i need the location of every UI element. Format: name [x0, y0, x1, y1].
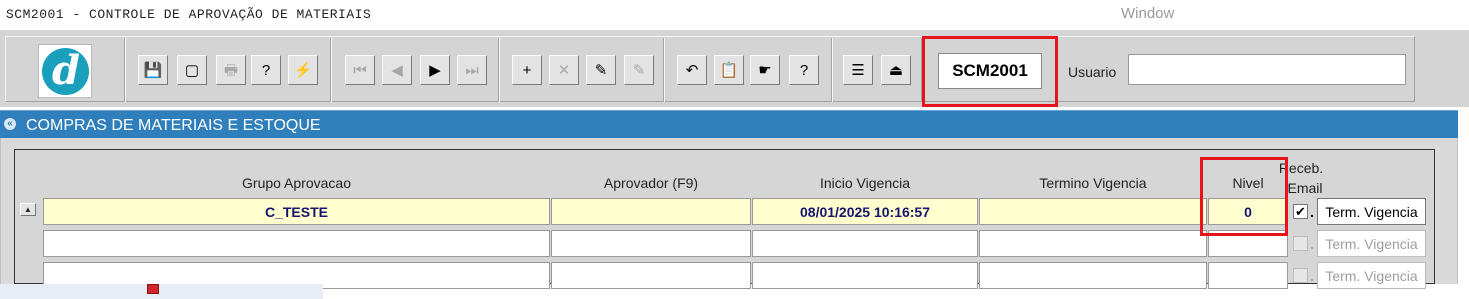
app-title: SCM2001 - CONTROLE DE APROVAÇÃO DE MATER… [6, 7, 372, 22]
checkbox-marker: . [1310, 236, 1314, 252]
save-button[interactable]: 💾 [138, 55, 168, 85]
cell-grupo-aprovacao[interactable] [43, 230, 550, 257]
lock-record-button[interactable]: ✎ [586, 55, 616, 85]
help-button[interactable]: ? [789, 55, 819, 85]
term-vigencia-button[interactable]: Term. Vigencia [1317, 198, 1426, 225]
previous-record-button[interactable]: ◀ [382, 55, 412, 85]
cell-termino-vigencia[interactable] [979, 230, 1207, 257]
cell-aprovador[interactable] [551, 198, 751, 225]
menu-window[interactable]: Window [1121, 5, 1174, 22]
enter-query-button[interactable]: ▢ [177, 55, 207, 85]
status-bar [0, 284, 323, 299]
checkbox-marker: . [1310, 204, 1314, 220]
status-icon [147, 284, 159, 294]
collapse-icon[interactable]: « [4, 118, 16, 130]
duplicate-record-button[interactable]: ✎ [624, 55, 654, 85]
user-label: Usuario [1068, 64, 1117, 80]
scroll-up-button[interactable]: ▲ [20, 203, 36, 216]
term-vigencia-button[interactable]: Term. Vigencia [1317, 262, 1426, 289]
cell-inicio-vigencia[interactable] [752, 230, 978, 257]
execute-query-button[interactable]: ? [251, 55, 281, 85]
section-title: COMPRAS DE MATERIAIS E ESTOQUE [26, 117, 321, 134]
receb-email-checkbox[interactable] [1293, 268, 1308, 283]
receb-email-checkbox[interactable] [1293, 236, 1308, 251]
list-button[interactable]: 📋 [714, 55, 744, 85]
cell-termino-vigencia[interactable] [979, 262, 1207, 289]
cell-termino-vigencia[interactable] [979, 198, 1207, 225]
term-vigencia-button[interactable]: Term. Vigencia [1317, 230, 1426, 257]
exit-button[interactable]: ⏏ [881, 55, 911, 85]
cell-aprovador[interactable] [551, 230, 751, 257]
insert-record-button[interactable]: + [512, 55, 542, 85]
header-inicio-vigencia: Inicio Vigencia [819, 175, 911, 191]
menu-button[interactable]: ☰ [843, 55, 873, 85]
checkbox-marker: . [1310, 268, 1314, 284]
undo-button[interactable]: ↶ [677, 55, 707, 85]
logo-letter: d [52, 47, 80, 94]
cell-nivel[interactable] [1208, 262, 1288, 289]
edit-button[interactable]: ☛ [750, 55, 780, 85]
header-grupo-aprovacao: Grupo Aprovacao [242, 175, 351, 191]
print-button[interactable]: 🖶 [216, 55, 246, 85]
header-aprovador: Aprovador (F9) [603, 175, 699, 191]
cell-inicio-vigencia[interactable] [752, 262, 978, 289]
next-record-button[interactable]: ▶ [420, 55, 450, 85]
user-input[interactable] [1128, 54, 1406, 85]
section-header: « COMPRAS DE MATERIAIS E ESTOQUE [0, 110, 1458, 138]
delete-record-button[interactable]: ✕ [549, 55, 579, 85]
company-logo: d [38, 44, 92, 98]
last-record-button[interactable]: ⏭ [457, 55, 487, 85]
title-bar: SCM2001 - CONTROLE DE APROVAÇÃO DE MATER… [0, 0, 1469, 30]
nivel-highlight [1200, 157, 1288, 236]
header-termino-vigencia: Termino Vigencia [1039, 175, 1147, 191]
cell-grupo-aprovacao[interactable]: C_TESTE [43, 198, 550, 225]
cell-aprovador[interactable] [551, 262, 751, 289]
receb-email-checkbox[interactable]: ✔ [1293, 204, 1308, 219]
first-record-button[interactable]: ⏮ [345, 55, 375, 85]
cell-inicio-vigencia[interactable]: 08/01/2025 10:16:57 [752, 198, 978, 225]
count-query-button[interactable]: ⚡ [288, 55, 318, 85]
form-code: SCM2001 [938, 53, 1042, 89]
